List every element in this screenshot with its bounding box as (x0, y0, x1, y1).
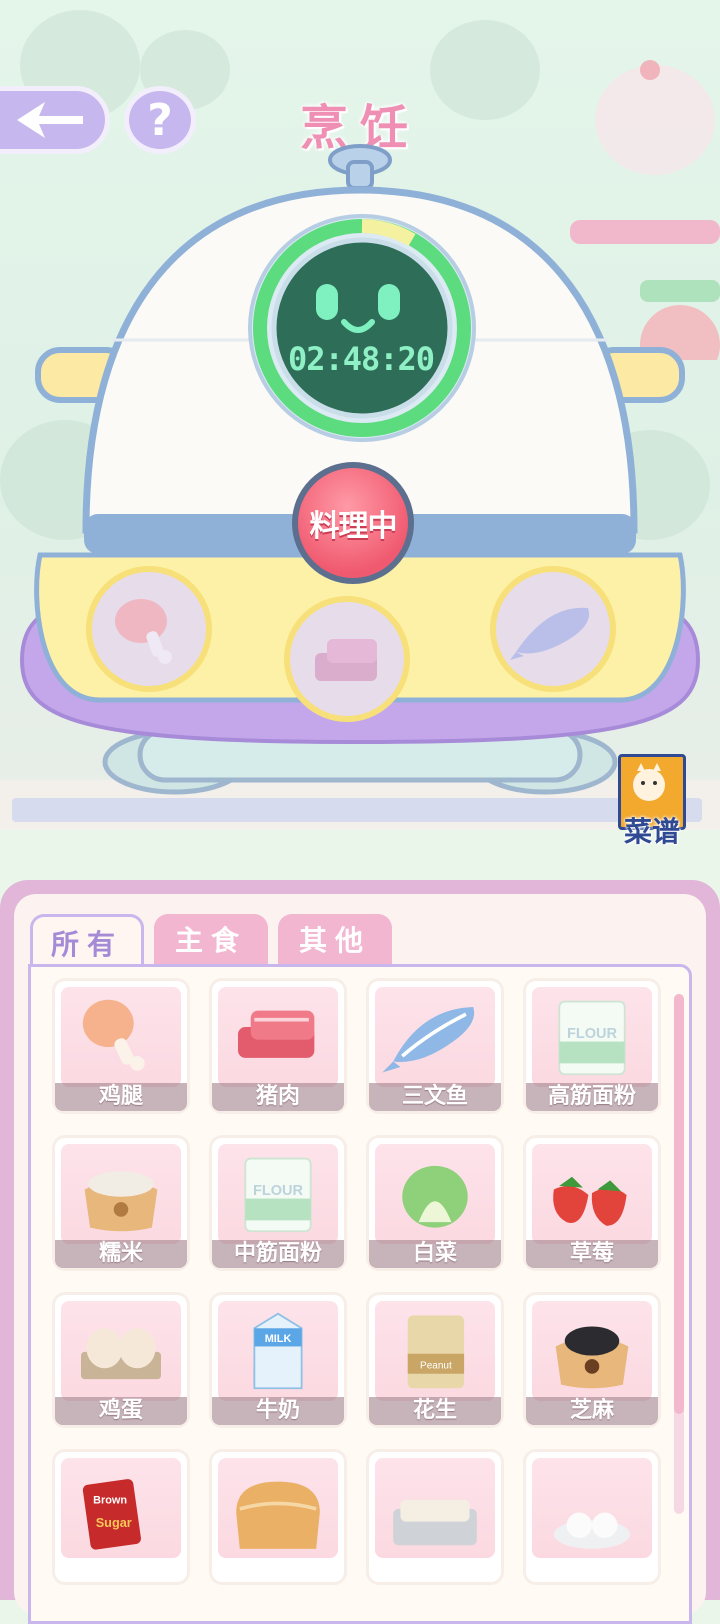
salmon-icon (369, 987, 501, 1087)
ingredient-item[interactable]: 猪肉 (212, 981, 344, 1111)
ingredient-label: 高筋面粉 (526, 1083, 658, 1111)
ingredient-label: 草莓 (526, 1240, 658, 1268)
ingredient-label: 白菜 (369, 1240, 501, 1268)
cabbage-icon (369, 1144, 501, 1244)
ingredient-item[interactable] (369, 1452, 501, 1582)
rice-sack-icon (55, 1144, 187, 1244)
ingredient-label: 鸡蛋 (55, 1397, 187, 1425)
peanut-bag-icon: Peanut (369, 1301, 501, 1401)
tab-all[interactable]: 所有 (30, 914, 144, 968)
butter-tray-icon (369, 1458, 501, 1558)
svg-text:FLOUR: FLOUR (253, 1183, 304, 1199)
ingredient-item[interactable] (526, 1452, 658, 1582)
ingredient-item[interactable]: MILK 牛奶 (212, 1295, 344, 1425)
ingredient-label: 鸡腿 (55, 1083, 187, 1111)
sesame-sack-icon (526, 1301, 658, 1401)
ingredient-item[interactable]: 芝麻 (526, 1295, 658, 1425)
flour-bag-icon: FLOUR (212, 1144, 344, 1244)
flour-bag-icon: FLOUR (526, 987, 658, 1087)
rice-balls-icon (526, 1458, 658, 1558)
ingredient-grid: 鸡腿 猪肉 三文鱼 FLOUR 高筋面粉糯米 FLOUR 中筋面粉 白菜 草莓鸡蛋 MILK 牛奶 P… (28, 964, 692, 1624)
tab-other[interactable]: 其他 (278, 914, 392, 964)
ingredient-label: 中筋面粉 (212, 1240, 344, 1268)
recipe-book-button[interactable]: 菜谱 (612, 754, 692, 850)
ingredient-item[interactable]: 白菜 (369, 1138, 501, 1268)
ingredient-item[interactable]: 糯米 (55, 1138, 187, 1268)
ingredient-label: 糯米 (55, 1240, 187, 1268)
cooking-timer: 02:48:20 (287, 340, 435, 378)
ingredient-slot-3[interactable] (490, 566, 616, 692)
ingredient-slot-1[interactable] (86, 566, 212, 692)
ingredient-label: 猪肉 (212, 1083, 344, 1111)
ingredient-label: 三文鱼 (369, 1083, 501, 1111)
ingredient-scrollbar[interactable] (674, 994, 684, 1514)
scrollbar-thumb[interactable] (674, 994, 684, 1414)
ingredient-item[interactable]: Brown Sugar (55, 1452, 187, 1582)
pork-icon (315, 639, 377, 681)
svg-text:FLOUR: FLOUR (567, 1026, 618, 1042)
brown-sugar-icon: Brown Sugar (55, 1458, 187, 1558)
ingredient-item[interactable]: 草莓 (526, 1138, 658, 1268)
cooking-status-button[interactable]: 料理中 (292, 462, 414, 584)
bread-loaf-icon (212, 1458, 344, 1558)
category-tabs: 所有 主食 其他 (30, 914, 402, 968)
ingredient-item[interactable]: FLOUR 中筋面粉 (212, 1138, 344, 1268)
eggs-icon (55, 1301, 187, 1401)
milk-carton-icon: MILK (212, 1301, 344, 1401)
ingredient-item[interactable] (212, 1452, 344, 1582)
ingredient-label: 牛奶 (212, 1397, 344, 1425)
recipe-label: 菜谱 (623, 815, 680, 848)
ingredient-slot-2[interactable] (284, 596, 410, 722)
svg-text:Brown: Brown (93, 1494, 127, 1506)
strawberry-icon (526, 1144, 658, 1244)
cooking-status-label: 料理中 (309, 509, 398, 544)
pork-icon (212, 987, 344, 1087)
svg-text:Peanut: Peanut (420, 1360, 452, 1371)
ingredient-label: 花生 (369, 1397, 501, 1425)
svg-text:Sugar: Sugar (96, 1515, 132, 1530)
ingredient-item[interactable]: 鸡蛋 (55, 1295, 187, 1425)
ingredient-item[interactable]: 鸡腿 (55, 981, 187, 1111)
drumstick-icon (55, 987, 187, 1087)
ingredient-item[interactable]: 三文鱼 (369, 981, 501, 1111)
salmon-icon (510, 607, 590, 660)
tab-staple[interactable]: 主食 (154, 914, 268, 964)
ingredient-label: 芝麻 (526, 1397, 658, 1425)
ingredient-item[interactable]: Peanut 花生 (369, 1295, 501, 1425)
drumstick-icon (115, 599, 172, 664)
ingredient-item[interactable]: FLOUR 高筋面粉 (526, 981, 658, 1111)
ingredient-panel: 所有 主食 其他 鸡腿 猪肉 三文鱼 FLOUR 高筋面粉糯米 FLOUR 中筋面粉 白菜 草莓… (0, 880, 720, 1624)
svg-text:MILK: MILK (265, 1333, 292, 1345)
